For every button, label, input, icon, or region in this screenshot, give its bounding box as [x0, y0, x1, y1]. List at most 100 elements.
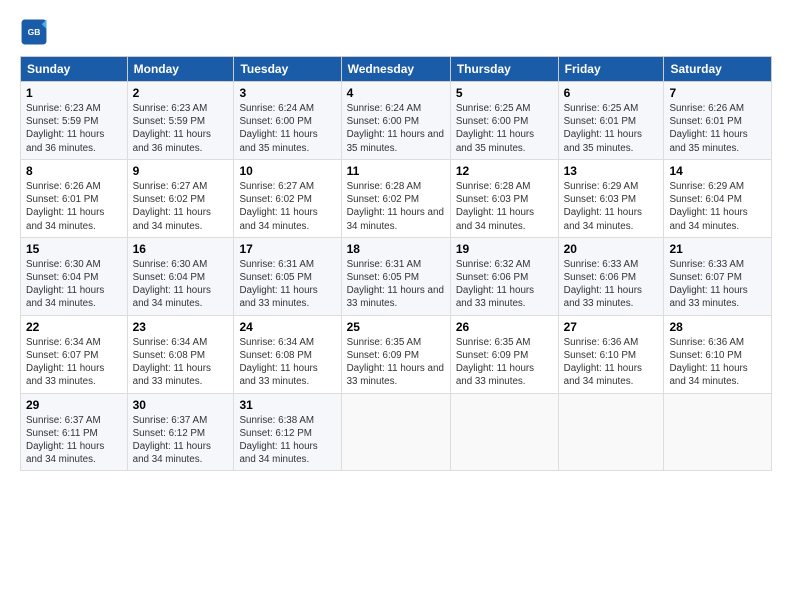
- day-number: 18: [347, 242, 445, 256]
- day-number: 21: [669, 242, 766, 256]
- col-header-wednesday: Wednesday: [341, 57, 450, 82]
- day-number: 4: [347, 86, 445, 100]
- day-cell: 23 Sunrise: 6:34 AM Sunset: 6:08 PM Dayl…: [127, 315, 234, 393]
- day-info: Sunrise: 6:29 AM Sunset: 6:04 PM Dayligh…: [669, 180, 766, 233]
- day-number: 23: [133, 320, 229, 334]
- day-cell: 15 Sunrise: 6:30 AM Sunset: 6:04 PM Dayl…: [21, 237, 128, 315]
- day-number: 25: [347, 320, 445, 334]
- day-cell: [450, 393, 558, 471]
- day-number: 9: [133, 164, 229, 178]
- week-row-5: 29 Sunrise: 6:37 AM Sunset: 6:11 PM Dayl…: [21, 393, 772, 471]
- day-info: Sunrise: 6:32 AM Sunset: 6:06 PM Dayligh…: [456, 258, 553, 311]
- week-row-4: 22 Sunrise: 6:34 AM Sunset: 6:07 PM Dayl…: [21, 315, 772, 393]
- day-cell: 9 Sunrise: 6:27 AM Sunset: 6:02 PM Dayli…: [127, 159, 234, 237]
- day-number: 31: [239, 398, 335, 412]
- week-row-1: 1 Sunrise: 6:23 AM Sunset: 5:59 PM Dayli…: [21, 82, 772, 160]
- day-info: Sunrise: 6:25 AM Sunset: 6:00 PM Dayligh…: [456, 102, 553, 155]
- day-cell: 30 Sunrise: 6:37 AM Sunset: 6:12 PM Dayl…: [127, 393, 234, 471]
- day-info: Sunrise: 6:23 AM Sunset: 5:59 PM Dayligh…: [133, 102, 229, 155]
- day-info: Sunrise: 6:29 AM Sunset: 6:03 PM Dayligh…: [564, 180, 659, 233]
- day-cell: 8 Sunrise: 6:26 AM Sunset: 6:01 PM Dayli…: [21, 159, 128, 237]
- day-number: 8: [26, 164, 122, 178]
- day-cell: 19 Sunrise: 6:32 AM Sunset: 6:06 PM Dayl…: [450, 237, 558, 315]
- day-number: 3: [239, 86, 335, 100]
- day-number: 15: [26, 242, 122, 256]
- day-number: 29: [26, 398, 122, 412]
- calendar-header-row: SundayMondayTuesdayWednesdayThursdayFrid…: [21, 57, 772, 82]
- logo: GB: [20, 18, 52, 46]
- col-header-tuesday: Tuesday: [234, 57, 341, 82]
- logo-icon: GB: [20, 18, 48, 46]
- day-number: 13: [564, 164, 659, 178]
- day-info: Sunrise: 6:27 AM Sunset: 6:02 PM Dayligh…: [133, 180, 229, 233]
- day-cell: 18 Sunrise: 6:31 AM Sunset: 6:05 PM Dayl…: [341, 237, 450, 315]
- day-info: Sunrise: 6:36 AM Sunset: 6:10 PM Dayligh…: [564, 336, 659, 389]
- day-info: Sunrise: 6:27 AM Sunset: 6:02 PM Dayligh…: [239, 180, 335, 233]
- day-info: Sunrise: 6:31 AM Sunset: 6:05 PM Dayligh…: [239, 258, 335, 311]
- day-cell: 2 Sunrise: 6:23 AM Sunset: 5:59 PM Dayli…: [127, 82, 234, 160]
- week-row-2: 8 Sunrise: 6:26 AM Sunset: 6:01 PM Dayli…: [21, 159, 772, 237]
- day-info: Sunrise: 6:28 AM Sunset: 6:02 PM Dayligh…: [347, 180, 445, 233]
- day-number: 5: [456, 86, 553, 100]
- day-cell: [341, 393, 450, 471]
- day-number: 20: [564, 242, 659, 256]
- day-number: 14: [669, 164, 766, 178]
- day-cell: 13 Sunrise: 6:29 AM Sunset: 6:03 PM Dayl…: [558, 159, 664, 237]
- week-row-3: 15 Sunrise: 6:30 AM Sunset: 6:04 PM Dayl…: [21, 237, 772, 315]
- day-cell: 16 Sunrise: 6:30 AM Sunset: 6:04 PM Dayl…: [127, 237, 234, 315]
- day-number: 10: [239, 164, 335, 178]
- day-cell: [664, 393, 772, 471]
- day-number: 1: [26, 86, 122, 100]
- col-header-sunday: Sunday: [21, 57, 128, 82]
- day-cell: 29 Sunrise: 6:37 AM Sunset: 6:11 PM Dayl…: [21, 393, 128, 471]
- day-info: Sunrise: 6:24 AM Sunset: 6:00 PM Dayligh…: [347, 102, 445, 155]
- day-cell: 21 Sunrise: 6:33 AM Sunset: 6:07 PM Dayl…: [664, 237, 772, 315]
- day-cell: [558, 393, 664, 471]
- day-info: Sunrise: 6:35 AM Sunset: 6:09 PM Dayligh…: [456, 336, 553, 389]
- day-cell: 26 Sunrise: 6:35 AM Sunset: 6:09 PM Dayl…: [450, 315, 558, 393]
- day-info: Sunrise: 6:26 AM Sunset: 6:01 PM Dayligh…: [669, 102, 766, 155]
- day-info: Sunrise: 6:23 AM Sunset: 5:59 PM Dayligh…: [26, 102, 122, 155]
- day-info: Sunrise: 6:34 AM Sunset: 6:07 PM Dayligh…: [26, 336, 122, 389]
- day-cell: 4 Sunrise: 6:24 AM Sunset: 6:00 PM Dayli…: [341, 82, 450, 160]
- day-info: Sunrise: 6:31 AM Sunset: 6:05 PM Dayligh…: [347, 258, 445, 311]
- day-cell: 17 Sunrise: 6:31 AM Sunset: 6:05 PM Dayl…: [234, 237, 341, 315]
- col-header-saturday: Saturday: [664, 57, 772, 82]
- day-info: Sunrise: 6:33 AM Sunset: 6:07 PM Dayligh…: [669, 258, 766, 311]
- day-number: 27: [564, 320, 659, 334]
- day-cell: 31 Sunrise: 6:38 AM Sunset: 6:12 PM Dayl…: [234, 393, 341, 471]
- day-info: Sunrise: 6:38 AM Sunset: 6:12 PM Dayligh…: [239, 414, 335, 467]
- day-number: 6: [564, 86, 659, 100]
- day-cell: 6 Sunrise: 6:25 AM Sunset: 6:01 PM Dayli…: [558, 82, 664, 160]
- day-info: Sunrise: 6:37 AM Sunset: 6:12 PM Dayligh…: [133, 414, 229, 467]
- day-cell: 27 Sunrise: 6:36 AM Sunset: 6:10 PM Dayl…: [558, 315, 664, 393]
- day-number: 17: [239, 242, 335, 256]
- day-number: 19: [456, 242, 553, 256]
- day-number: 26: [456, 320, 553, 334]
- day-info: Sunrise: 6:37 AM Sunset: 6:11 PM Dayligh…: [26, 414, 122, 467]
- day-number: 2: [133, 86, 229, 100]
- day-cell: 1 Sunrise: 6:23 AM Sunset: 5:59 PM Dayli…: [21, 82, 128, 160]
- col-header-friday: Friday: [558, 57, 664, 82]
- day-info: Sunrise: 6:30 AM Sunset: 6:04 PM Dayligh…: [26, 258, 122, 311]
- day-cell: 7 Sunrise: 6:26 AM Sunset: 6:01 PM Dayli…: [664, 82, 772, 160]
- day-info: Sunrise: 6:26 AM Sunset: 6:01 PM Dayligh…: [26, 180, 122, 233]
- day-number: 12: [456, 164, 553, 178]
- day-number: 16: [133, 242, 229, 256]
- col-header-thursday: Thursday: [450, 57, 558, 82]
- calendar-table: SundayMondayTuesdayWednesdayThursdayFrid…: [20, 56, 772, 471]
- day-number: 22: [26, 320, 122, 334]
- header: GB: [20, 18, 772, 46]
- day-cell: 11 Sunrise: 6:28 AM Sunset: 6:02 PM Dayl…: [341, 159, 450, 237]
- day-info: Sunrise: 6:30 AM Sunset: 6:04 PM Dayligh…: [133, 258, 229, 311]
- day-info: Sunrise: 6:35 AM Sunset: 6:09 PM Dayligh…: [347, 336, 445, 389]
- day-number: 7: [669, 86, 766, 100]
- col-header-monday: Monday: [127, 57, 234, 82]
- day-number: 28: [669, 320, 766, 334]
- day-info: Sunrise: 6:28 AM Sunset: 6:03 PM Dayligh…: [456, 180, 553, 233]
- day-number: 30: [133, 398, 229, 412]
- day-cell: 14 Sunrise: 6:29 AM Sunset: 6:04 PM Dayl…: [664, 159, 772, 237]
- day-number: 11: [347, 164, 445, 178]
- svg-text:GB: GB: [28, 27, 41, 37]
- page: GB SundayMondayTuesdayWednesdayThursdayF…: [0, 0, 792, 612]
